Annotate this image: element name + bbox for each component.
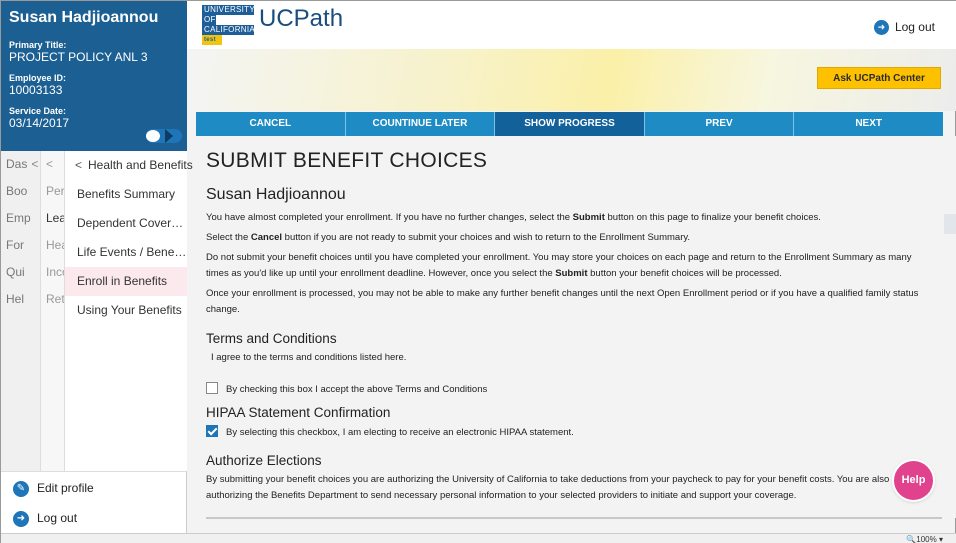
nav-sub-item[interactable]: Inco bbox=[41, 259, 64, 286]
authorize-heading: Authorize Elections bbox=[206, 453, 322, 468]
next-button[interactable]: NEXT bbox=[794, 112, 943, 136]
vertical-scrollbar[interactable] bbox=[943, 136, 956, 518]
nav-item-enroll-in-benefits[interactable]: Enroll in Benefits bbox=[65, 267, 187, 296]
terms-text: I agree to the terms and conditions list… bbox=[211, 352, 407, 363]
chevron-left-icon: < bbox=[75, 158, 83, 172]
wizard-toolbar: CANCEL COUNTINUE LATER SHOW PROGRESS PRE… bbox=[196, 112, 943, 136]
pencil-icon: ✎ bbox=[13, 480, 29, 497]
top-header: UNIVERSITY OF CALIFORNIA test UCPath ➜ Lo… bbox=[187, 1, 956, 49]
nav-column-main: Das < Boo Emp For Qui Hel bbox=[1, 151, 41, 471]
nav-main-item[interactable]: Emp bbox=[1, 205, 40, 232]
prev-button[interactable]: PREV bbox=[645, 112, 795, 136]
logout-icon: ➜ bbox=[13, 510, 29, 527]
nav-column-health-benefits: < Health and Benefits Benefits Summary De… bbox=[65, 151, 193, 471]
banner: Ask UCPath Center bbox=[187, 49, 956, 111]
terms-heading: Terms and Conditions bbox=[206, 331, 337, 346]
hipaa-checkbox-label: By selecting this checkbox, I am electin… bbox=[226, 427, 574, 438]
nav-sub-item[interactable]: Pers bbox=[41, 178, 64, 205]
nav-item-using-your-benefits[interactable]: Using Your Benefits bbox=[65, 296, 187, 325]
nav-main-item[interactable]: For bbox=[1, 232, 40, 259]
ask-ucpath-center-button[interactable]: Ask UCPath Center bbox=[817, 67, 941, 89]
uc-logo[interactable]: UNIVERSITY OF CALIFORNIA test bbox=[202, 5, 255, 45]
nav-main-item[interactable]: Boo bbox=[1, 178, 40, 205]
edit-profile-link[interactable]: ✎ Edit profile bbox=[13, 478, 94, 498]
content-divider bbox=[206, 517, 942, 519]
profile-panel: Susan Hadjioannou Primary Title: PROJECT… bbox=[1, 1, 187, 151]
service-date-label: Service Date: bbox=[9, 106, 67, 116]
hipaa-checkbox[interactable] bbox=[206, 425, 218, 438]
nav-item-life-events[interactable]: Life Events / Benef... bbox=[65, 238, 187, 267]
help-button[interactable]: Help bbox=[894, 461, 933, 500]
nav-item-benefits-summary[interactable]: Benefits Summary bbox=[65, 180, 187, 209]
chevron-left-icon[interactable]: < bbox=[41, 151, 64, 178]
intro-paragraph: You have almost completed your enrollmen… bbox=[206, 212, 821, 223]
chevron-left-icon: < bbox=[31, 157, 39, 171]
test-badge: test bbox=[202, 35, 222, 45]
nav-main-item[interactable]: Das < bbox=[1, 151, 40, 178]
chevron-right-icon bbox=[165, 129, 173, 143]
employee-name-heading: Susan Hadjioannou bbox=[206, 186, 346, 203]
profile-actions: ✎ Edit profile ➜ Log out bbox=[1, 471, 187, 533]
nav-column-sub: < Pers Lea Hea Inco Ret bbox=[41, 151, 65, 471]
zoom-level[interactable]: 🔍100% ▾ bbox=[906, 534, 943, 543]
toggle-knob bbox=[146, 130, 160, 142]
page-title: SUBMIT BENEFIT CHOICES bbox=[206, 149, 488, 172]
profile-name: Susan Hadjioannou bbox=[9, 9, 159, 26]
hipaa-heading: HIPAA Statement Confirmation bbox=[206, 405, 391, 420]
employee-id-label: Employee ID: bbox=[9, 73, 67, 83]
primary-title-label: Primary Title: bbox=[9, 40, 67, 50]
nav-item-dependent-coverage[interactable]: Dependent Covera... bbox=[65, 209, 187, 238]
back-to-health-benefits[interactable]: < Health and Benefits bbox=[65, 151, 193, 180]
hipaa-checkbox-row[interactable]: By selecting this checkbox, I am electin… bbox=[206, 425, 943, 440]
service-date-value: 03/14/2017 bbox=[9, 116, 70, 130]
header-logout-button[interactable]: ➜ Log out bbox=[873, 20, 935, 36]
cancel-button[interactable]: CANCEL bbox=[196, 112, 346, 136]
storage-paragraph: Do not submit your benefit choices until… bbox=[206, 252, 912, 279]
employee-id-value: 10003133 bbox=[9, 83, 63, 97]
nav-sub-item[interactable]: Lea bbox=[41, 205, 64, 232]
authorize-paragraph: By submitting your benefit choices you a… bbox=[206, 474, 890, 501]
nav-main-item[interactable]: Hel bbox=[1, 286, 40, 313]
logout-icon: ➜ bbox=[873, 20, 889, 36]
main-content: SUBMIT BENEFIT CHOICES Susan Hadjioannou… bbox=[196, 136, 943, 518]
show-progress-button[interactable]: SHOW PROGRESS bbox=[495, 112, 645, 136]
nav-main-item[interactable]: Qui bbox=[1, 259, 40, 286]
status-bar: 🔍100% ▾ bbox=[1, 533, 956, 543]
side-logout-link[interactable]: ➜ Log out bbox=[13, 508, 77, 528]
primary-title-value: PROJECT POLICY ANL 3 bbox=[9, 50, 148, 64]
cancel-paragraph: Select the Cancel button if you are not … bbox=[206, 232, 691, 243]
app-title: UCPath bbox=[259, 5, 344, 32]
app-window: Susan Hadjioannou Primary Title: PROJECT… bbox=[0, 0, 956, 543]
terms-checkbox[interactable] bbox=[206, 382, 218, 395]
side-navigation: Das< Boo Emp For Qui Hel < Pers Lea Hea … bbox=[1, 151, 193, 471]
continue-later-button[interactable]: COUNTINUE LATER bbox=[346, 112, 496, 136]
nav-sub-item[interactable]: Hea bbox=[41, 232, 64, 259]
nav-sub-item[interactable]: Ret bbox=[41, 286, 64, 313]
profile-collapse-toggle[interactable] bbox=[146, 129, 182, 143]
terms-checkbox-label: By checking this box I accept the above … bbox=[226, 384, 488, 395]
magnifier-icon: 🔍 bbox=[906, 535, 917, 543]
processing-paragraph: Once your enrollment is processed, you m… bbox=[206, 288, 919, 315]
terms-checkbox-row[interactable]: By checking this box I accept the above … bbox=[206, 382, 943, 397]
scrollbar-thumb[interactable] bbox=[944, 214, 956, 234]
